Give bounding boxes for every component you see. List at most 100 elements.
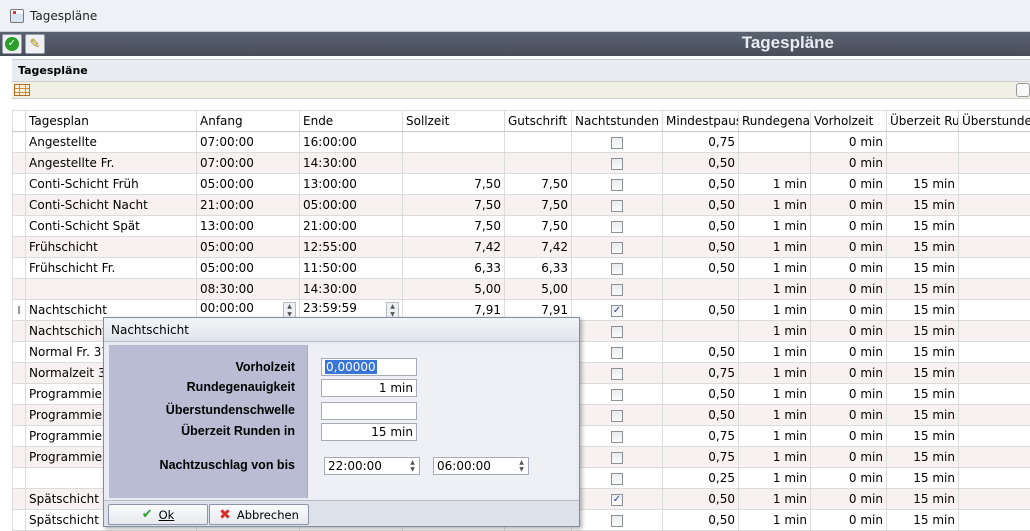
cell-anfang[interactable]: 21:00:00 xyxy=(197,195,300,216)
cell-vorhol[interactable]: 0 min xyxy=(811,510,887,531)
cell-plan[interactable]: Frühschicht Fr. xyxy=(26,258,197,279)
nachtstunden-checkbox[interactable] xyxy=(611,326,623,338)
cell-min[interactable] xyxy=(663,279,739,300)
cell-runde[interactable]: 1 min xyxy=(739,489,811,510)
nachtstunden-checkbox[interactable] xyxy=(611,242,623,254)
cell-gut[interactable]: 7,50 xyxy=(505,216,572,237)
cell-runde[interactable]: 1 min xyxy=(739,216,811,237)
cell-plan[interactable]: Frühschicht xyxy=(26,237,197,258)
cell-ueber[interactable]: 15 min xyxy=(887,363,959,384)
cell-soll[interactable] xyxy=(403,153,505,174)
cell-runde[interactable]: 1 min xyxy=(739,384,811,405)
cell-ueber[interactable]: 15 min xyxy=(887,447,959,468)
cell-min[interactable]: 0,25 xyxy=(663,468,739,489)
cell-ende[interactable]: 11:50:00 xyxy=(300,258,403,279)
cell-runde[interactable]: 1 min xyxy=(739,300,811,321)
cell-vorhol[interactable]: 0 min xyxy=(811,279,887,300)
cell-vorhol[interactable]: 0 min xyxy=(811,342,887,363)
cell-ende[interactable]: 12:55:00 xyxy=(300,237,403,258)
cell-vorhol[interactable]: 0 min xyxy=(811,489,887,510)
cell-plan[interactable]: Angestellte xyxy=(26,132,197,153)
cell-runde[interactable]: 1 min xyxy=(739,510,811,531)
cell-ueber[interactable]: 15 min xyxy=(887,426,959,447)
nachtstunden-checkbox[interactable] xyxy=(611,452,623,464)
nacht-bis-input[interactable]: 06:00:00 ▲▼ xyxy=(433,457,529,475)
cell-soll[interactable]: 7,50 xyxy=(403,216,505,237)
nachtstunden-checkbox-cell[interactable] xyxy=(572,405,663,426)
cell-ueberst[interactable] xyxy=(959,195,1030,216)
cell-ueberst[interactable] xyxy=(959,363,1030,384)
cell-ueber[interactable]: 15 min xyxy=(887,489,959,510)
cell-anfang[interactable]: 05:00:00 xyxy=(197,258,300,279)
cell-vorhol[interactable]: 0 min xyxy=(811,447,887,468)
cell-runde[interactable]: 1 min xyxy=(739,447,811,468)
cell-ueber[interactable]: 15 min xyxy=(887,195,959,216)
column-header[interactable]: Tagesplan xyxy=(26,111,197,132)
cell-min[interactable]: 0,75 xyxy=(663,426,739,447)
cell-anfang[interactable]: 05:00:00 xyxy=(197,237,300,258)
cell-ueber[interactable]: 15 min xyxy=(887,237,959,258)
cell-ueber[interactable]: 15 min xyxy=(887,279,959,300)
cell-vorhol[interactable]: 0 min xyxy=(811,363,887,384)
cell-min[interactable]: 0,50 xyxy=(663,405,739,426)
nacht-von-spinner[interactable]: ▲▼ xyxy=(407,459,418,473)
cell-soll[interactable]: 5,00 xyxy=(403,279,505,300)
cell-vorhol[interactable]: 0 min xyxy=(811,426,887,447)
cell-runde[interactable]: 1 min xyxy=(739,342,811,363)
nachtstunden-checkbox[interactable]: ✓ xyxy=(611,494,623,506)
cell-ueber[interactable]: 15 min xyxy=(887,300,959,321)
cell-ueber[interactable] xyxy=(887,153,959,174)
vorholzeit-input[interactable]: 0,00000 xyxy=(321,358,417,376)
nachtstunden-checkbox-cell[interactable] xyxy=(572,342,663,363)
cell-vorhol[interactable]: 0 min xyxy=(811,216,887,237)
cell-ueber[interactable]: 15 min xyxy=(887,405,959,426)
nachtstunden-checkbox-cell[interactable] xyxy=(572,468,663,489)
cell-min[interactable]: 0,50 xyxy=(663,342,739,363)
cell-runde[interactable] xyxy=(739,132,811,153)
cell-ueberst[interactable] xyxy=(959,216,1030,237)
cell-ueberst[interactable] xyxy=(959,342,1030,363)
nachtstunden-checkbox[interactable] xyxy=(611,389,623,401)
nachtstunden-checkbox-cell[interactable] xyxy=(572,510,663,531)
cell-ueber[interactable]: 15 min xyxy=(887,216,959,237)
cell-plan[interactable]: Angestellte Fr. xyxy=(26,153,197,174)
cell-ueberst[interactable] xyxy=(959,447,1030,468)
cell-plan[interactable]: Conti-Schicht Früh xyxy=(26,174,197,195)
nachtstunden-checkbox-cell[interactable] xyxy=(572,384,663,405)
cell-min[interactable]: 0,75 xyxy=(663,363,739,384)
cell-runde[interactable]: 1 min xyxy=(739,174,811,195)
cell-soll[interactable]: 6,33 xyxy=(403,258,505,279)
table-row[interactable]: Conti-Schicht Nacht21:00:0005:00:007,507… xyxy=(13,195,1030,216)
cell-ueber[interactable]: 15 min xyxy=(887,384,959,405)
cell-min[interactable]: 0,50 xyxy=(663,258,739,279)
cell-ende[interactable]: 21:00:00 xyxy=(300,216,403,237)
cell-runde[interactable]: 1 min xyxy=(739,468,811,489)
cell-runde[interactable]: 1 min xyxy=(739,363,811,384)
table-row[interactable]: Frühschicht Fr.05:00:0011:50:006,336,330… xyxy=(13,258,1030,279)
cell-soll[interactable]: 7,50 xyxy=(403,195,505,216)
cell-vorhol[interactable]: 0 min xyxy=(811,468,887,489)
cell-ende[interactable]: 05:00:00 xyxy=(300,195,403,216)
cell-gut[interactable]: 7,42 xyxy=(505,237,572,258)
nachtstunden-checkbox[interactable] xyxy=(611,410,623,422)
cell-anfang[interactable]: 08:30:00 xyxy=(197,279,300,300)
nachtstunden-checkbox[interactable] xyxy=(611,137,623,149)
nachtstunden-checkbox[interactable] xyxy=(611,473,623,485)
grid-options-button[interactable] xyxy=(1016,83,1030,97)
nachtstunden-checkbox-cell[interactable] xyxy=(572,132,663,153)
cell-ueberst[interactable] xyxy=(959,321,1030,342)
cell-vorhol[interactable]: 0 min xyxy=(811,132,887,153)
cell-min[interactable]: 0,50 xyxy=(663,510,739,531)
nachtstunden-checkbox-cell[interactable]: ✓ xyxy=(572,300,663,321)
cell-gut[interactable] xyxy=(505,132,572,153)
cell-min[interactable]: 0,50 xyxy=(663,216,739,237)
cell-min[interactable]: 0,50 xyxy=(663,237,739,258)
column-header[interactable]: Rundegenau xyxy=(739,111,811,132)
dialog-cancel-button[interactable]: ✖ Abbrechen xyxy=(209,504,309,525)
cell-runde[interactable]: 1 min xyxy=(739,237,811,258)
cell-ueber[interactable]: 15 min xyxy=(887,258,959,279)
cell-anfang[interactable]: 13:00:00 xyxy=(197,216,300,237)
table-row[interactable]: Conti-Schicht Früh05:00:0013:00:007,507,… xyxy=(13,174,1030,195)
cell-plan[interactable]: Conti-Schicht Spät xyxy=(26,216,197,237)
cell-ueberst[interactable] xyxy=(959,153,1030,174)
